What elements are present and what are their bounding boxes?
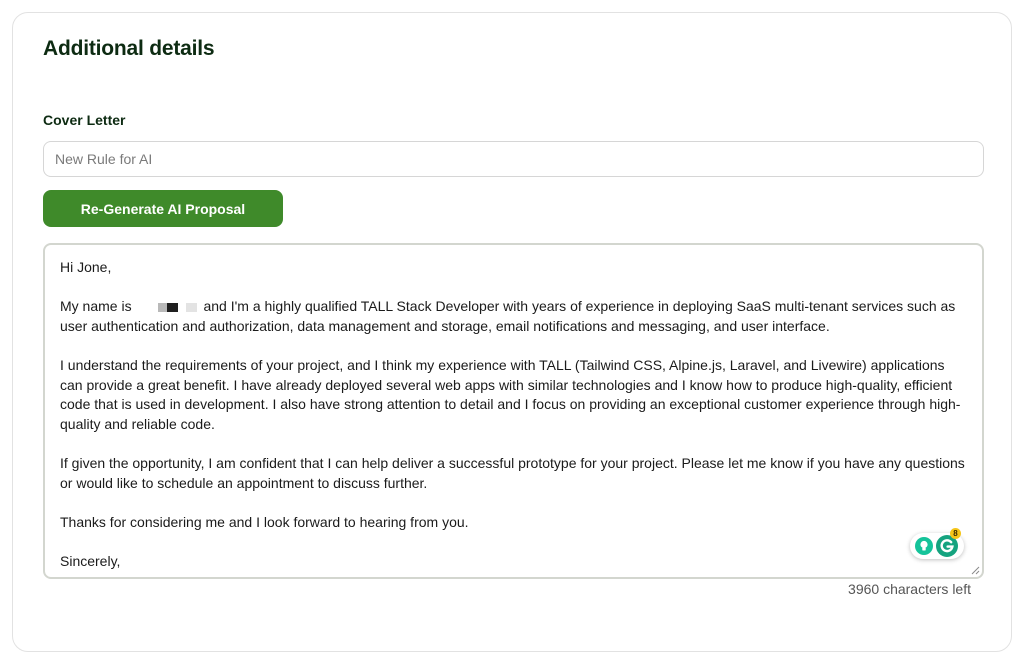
regenerate-ai-proposal-button[interactable]: Re-Generate AI Proposal (43, 190, 283, 227)
cover-letter-text: Hi Jone, My name is and I'm a highly qua… (60, 258, 970, 577)
letter-paragraph-thanks: Thanks for considering me and I look for… (60, 513, 469, 530)
intro-text-before: My name is (60, 298, 132, 315)
letter-paragraph-opportunity: If given the opportunity, I am confident… (60, 454, 965, 491)
additional-details-card: Additional details Cover Letter Re-Gener… (12, 12, 1012, 652)
redacted-name-block (157, 303, 167, 313)
ai-rule-input[interactable] (43, 141, 984, 177)
letter-paragraph-intro: My name is and I'm a highly qualified TA… (60, 297, 970, 336)
section-title: Additional details (43, 37, 215, 60)
lightbulb-icon[interactable] (915, 537, 933, 555)
redacted-name-block (166, 303, 178, 313)
letter-paragraph-experience: I understand the requirements of your pr… (60, 356, 961, 432)
letter-closing: Sincerely, (60, 552, 121, 569)
redacted-name-block (185, 303, 197, 313)
grammarly-suggestion-count-badge: 8 (950, 528, 961, 539)
characters-left-counter: 3960 characters left (848, 581, 971, 597)
cover-letter-label: Cover Letter (43, 112, 126, 128)
resize-handle-icon[interactable] (970, 565, 980, 575)
letter-greeting: Hi Jone, (60, 259, 112, 275)
grammarly-widget[interactable]: 8 (910, 528, 964, 559)
cover-letter-textarea[interactable]: Hi Jone, My name is and I'm a highly qua… (43, 243, 984, 579)
